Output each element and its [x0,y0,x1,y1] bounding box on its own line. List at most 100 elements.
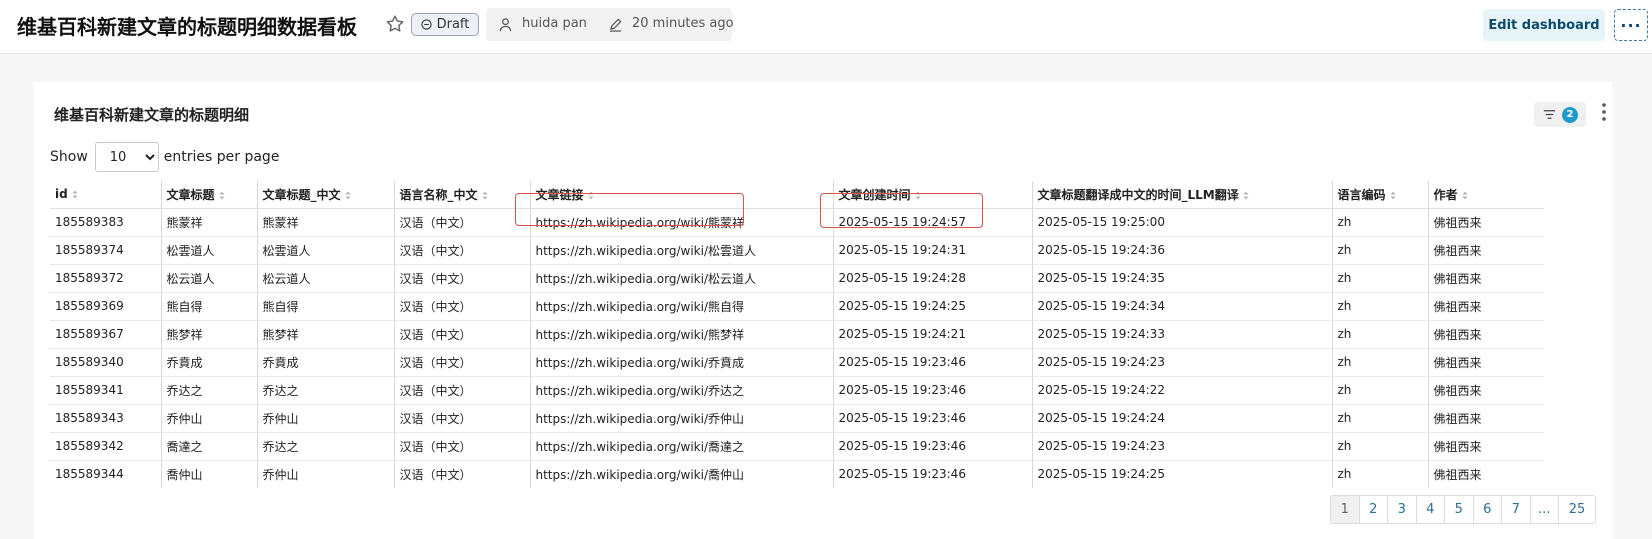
table-cell: 2025-05-15 19:23:46 [832,459,1032,488]
page-button[interactable]: 3 [1388,496,1417,523]
table-cell: https://zh.wikipedia.org/wiki/熊梦祥 [529,319,833,348]
table-cell: 2025-05-15 19:24:22 [1031,375,1332,404]
column-header-label: id [55,187,68,202]
table-cell: 佛祖西来 [1427,207,1544,236]
table-cell: 佛祖西来 [1427,347,1544,376]
sort-icon[interactable] [1243,191,1249,200]
table-cell: https://zh.wikipedia.org/wiki/喬達之 [529,431,833,460]
star-icon[interactable] [384,13,406,35]
table-cell: zh [1331,459,1428,488]
table-cell: 2025-05-15 19:24:25 [1031,459,1332,488]
last-edited-time: 20 minutes ago [632,16,734,31]
draft-status-badge[interactable]: Draft [411,13,479,36]
table-row: 185589340 乔賁成 乔賁成 汉语（中文） https://zh.wikipedi… [50,347,1544,376]
column-header[interactable]: id [50,181,161,209]
sort-icon[interactable] [345,191,351,200]
table-body: 185589383 熊蒙祥 熊蒙祥 汉语（中文） https://zh.wikipedi… [50,207,1544,488]
table-cell: https://zh.wikipedia.org/wiki/乔仲山 [529,403,833,432]
sort-icon[interactable] [482,191,488,200]
sort-icon[interactable] [1462,191,1468,200]
vertical-dots-icon[interactable] [1600,102,1608,122]
table-row: 185589342 喬達之 乔达之 汉语（中文） https://zh.wikipedi… [50,431,1544,460]
table-cell: 185589340 [50,347,161,376]
table-cell: 2025-05-15 19:25:00 [1031,207,1332,236]
table-cell: zh [1331,375,1428,404]
table-cell: 汉语（中文） [393,291,530,320]
page-button[interactable]: 25 [1559,496,1595,523]
table-cell: 佛祖西来 [1427,459,1544,488]
column-header-label: 语言编码 [1337,187,1386,202]
column-header[interactable]: 作者 [1427,181,1544,209]
table-cell: 185589367 [50,319,161,348]
table-cell: 汉语（中文） [393,207,530,236]
table-cell: zh [1331,263,1428,292]
table-row: 185589369 熊自得 熊自得 汉语（中文） https://zh.wikipedi… [50,291,1544,320]
page-button[interactable]: ... [1530,496,1559,523]
column-header[interactable]: 文章标题_中文 [256,181,394,209]
table-cell: 乔达之 [160,375,257,404]
pencil-icon [609,18,622,32]
page-button[interactable]: 5 [1445,496,1474,523]
table-cell: 乔仲山 [256,403,394,432]
table-row: 185589383 熊蒙祥 熊蒙祥 汉语（中文） https://zh.wikipedi… [50,207,1544,236]
column-header[interactable]: 语言编码 [1331,181,1428,209]
table-cell: 汉语（中文） [393,235,530,264]
table-chart-card: 维基百科新建文章的标题明细 2 Show 10 entries per page… [34,82,1612,539]
page-size-control: Show 10 entries per page [50,142,279,172]
page-button[interactable]: 2 [1359,496,1388,523]
table-cell: 喬達之 [160,431,257,460]
table-cell: 佛祖西来 [1427,431,1544,460]
table-cell: 汉语（中文） [393,459,530,488]
table-cell: 熊梦祥 [256,319,394,348]
table-cell: 185589374 [50,235,161,264]
column-header[interactable]: 文章链接 [529,181,833,209]
table-cell: 185589341 [50,375,161,404]
table-cell: zh [1331,431,1428,460]
table-cell: 佛祖西来 [1427,263,1544,292]
table-cell: https://zh.wikipedia.org/wiki/松云道人 [529,263,833,292]
table-cell: https://zh.wikipedia.org/wiki/乔賁成 [529,347,833,376]
table-cell: 熊蒙祥 [256,207,394,236]
page-button[interactable]: 6 [1473,496,1502,523]
sort-icon[interactable] [1390,191,1396,200]
table-cell: https://zh.wikipedia.org/wiki/熊自得 [529,291,833,320]
table-cell: 2025-05-15 19:24:23 [1031,347,1332,376]
more-options-button[interactable]: ··· [1614,9,1648,41]
table-cell: 佛祖西来 [1427,375,1544,404]
table-cell: 熊蒙祥 [160,207,257,236]
column-header-label: 文章标题翻译成中文的时间_LLM翻译 [1037,187,1239,202]
table-cell: 2025-05-15 19:24:25 [832,291,1032,320]
sort-icon[interactable] [72,190,78,199]
table-cell: zh [1331,207,1428,236]
column-header[interactable]: 文章标题 [160,181,257,209]
table-row: 185589372 松云道人 松云道人 汉语（中文） https://zh.wikipe… [50,263,1544,292]
table-cell: 2025-05-15 19:24:57 [832,207,1032,236]
table-cell: 2025-05-15 19:24:33 [1031,319,1332,348]
dashboard-meta: huida pan 20 minutes ago [486,8,734,41]
table-cell: zh [1331,291,1428,320]
table-cell: 2025-05-15 19:24:24 [1031,403,1332,432]
page-button[interactable]: 4 [1416,496,1445,523]
column-header[interactable]: 文章标题翻译成中文的时间_LLM翻译 [1031,181,1332,209]
sort-icon[interactable] [219,191,225,200]
column-header[interactable]: 文章创建时间 [832,181,1032,209]
table-cell: 汉语（中文） [393,319,530,348]
table-cell: 2025-05-15 19:24:23 [1031,431,1332,460]
table-cell: 熊自得 [256,291,394,320]
dashboard-title: 维基百科新建文章的标题明细数据看板 [17,15,357,39]
table-row: 185589374 松雲道人 松雲道人 汉语（中文） https://zh.wikipe… [50,235,1544,264]
show-label: Show [50,149,88,165]
filter-indicator[interactable]: 2 [1534,102,1586,127]
page-size-select[interactable]: 10 [94,142,159,172]
edit-dashboard-button[interactable]: Edit dashboard [1483,9,1605,41]
column-header-label: 文章标题_中文 [262,187,341,202]
page-button[interactable]: 7 [1502,496,1531,523]
sort-icon[interactable] [915,191,921,200]
table-cell: 佛祖西来 [1427,403,1544,432]
page-button[interactable]: 1 [1331,496,1360,523]
column-header[interactable]: 语言名称_中文 [393,181,530,209]
table-cell: zh [1331,319,1428,348]
sort-icon[interactable] [588,191,594,200]
table-cell: 185589383 [50,207,161,236]
column-header-label: 文章链接 [535,187,584,202]
